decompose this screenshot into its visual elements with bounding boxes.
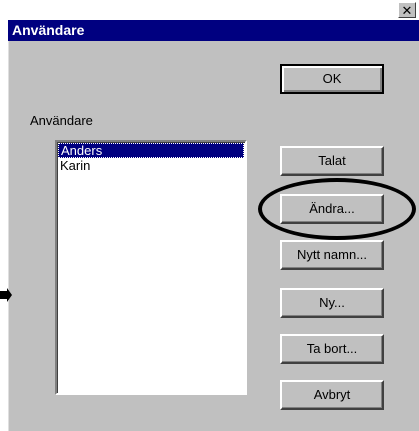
avbryt-button[interactable]: Avbryt bbox=[280, 380, 384, 410]
nytt-namn-button[interactable]: Nytt namn... bbox=[280, 240, 384, 270]
highlight-oval bbox=[258, 178, 416, 240]
users-listbox[interactable]: Anders Karin bbox=[55, 140, 247, 395]
users-label: Användare bbox=[30, 113, 93, 128]
title-bar: Användare bbox=[8, 20, 419, 41]
pointer-arrow-icon bbox=[0, 288, 12, 302]
ok-button[interactable]: OK bbox=[280, 64, 384, 94]
list-item-karin[interactable]: Karin bbox=[57, 158, 245, 173]
ta-bort-button[interactable]: Ta bort... bbox=[280, 334, 384, 364]
talat-button[interactable]: Talat bbox=[280, 146, 384, 176]
close-icon[interactable]: ✕ bbox=[398, 2, 416, 18]
window-title: Användare bbox=[12, 22, 85, 38]
list-item-anders[interactable]: Anders bbox=[58, 143, 244, 158]
ny-button[interactable]: Ny... bbox=[280, 288, 384, 318]
